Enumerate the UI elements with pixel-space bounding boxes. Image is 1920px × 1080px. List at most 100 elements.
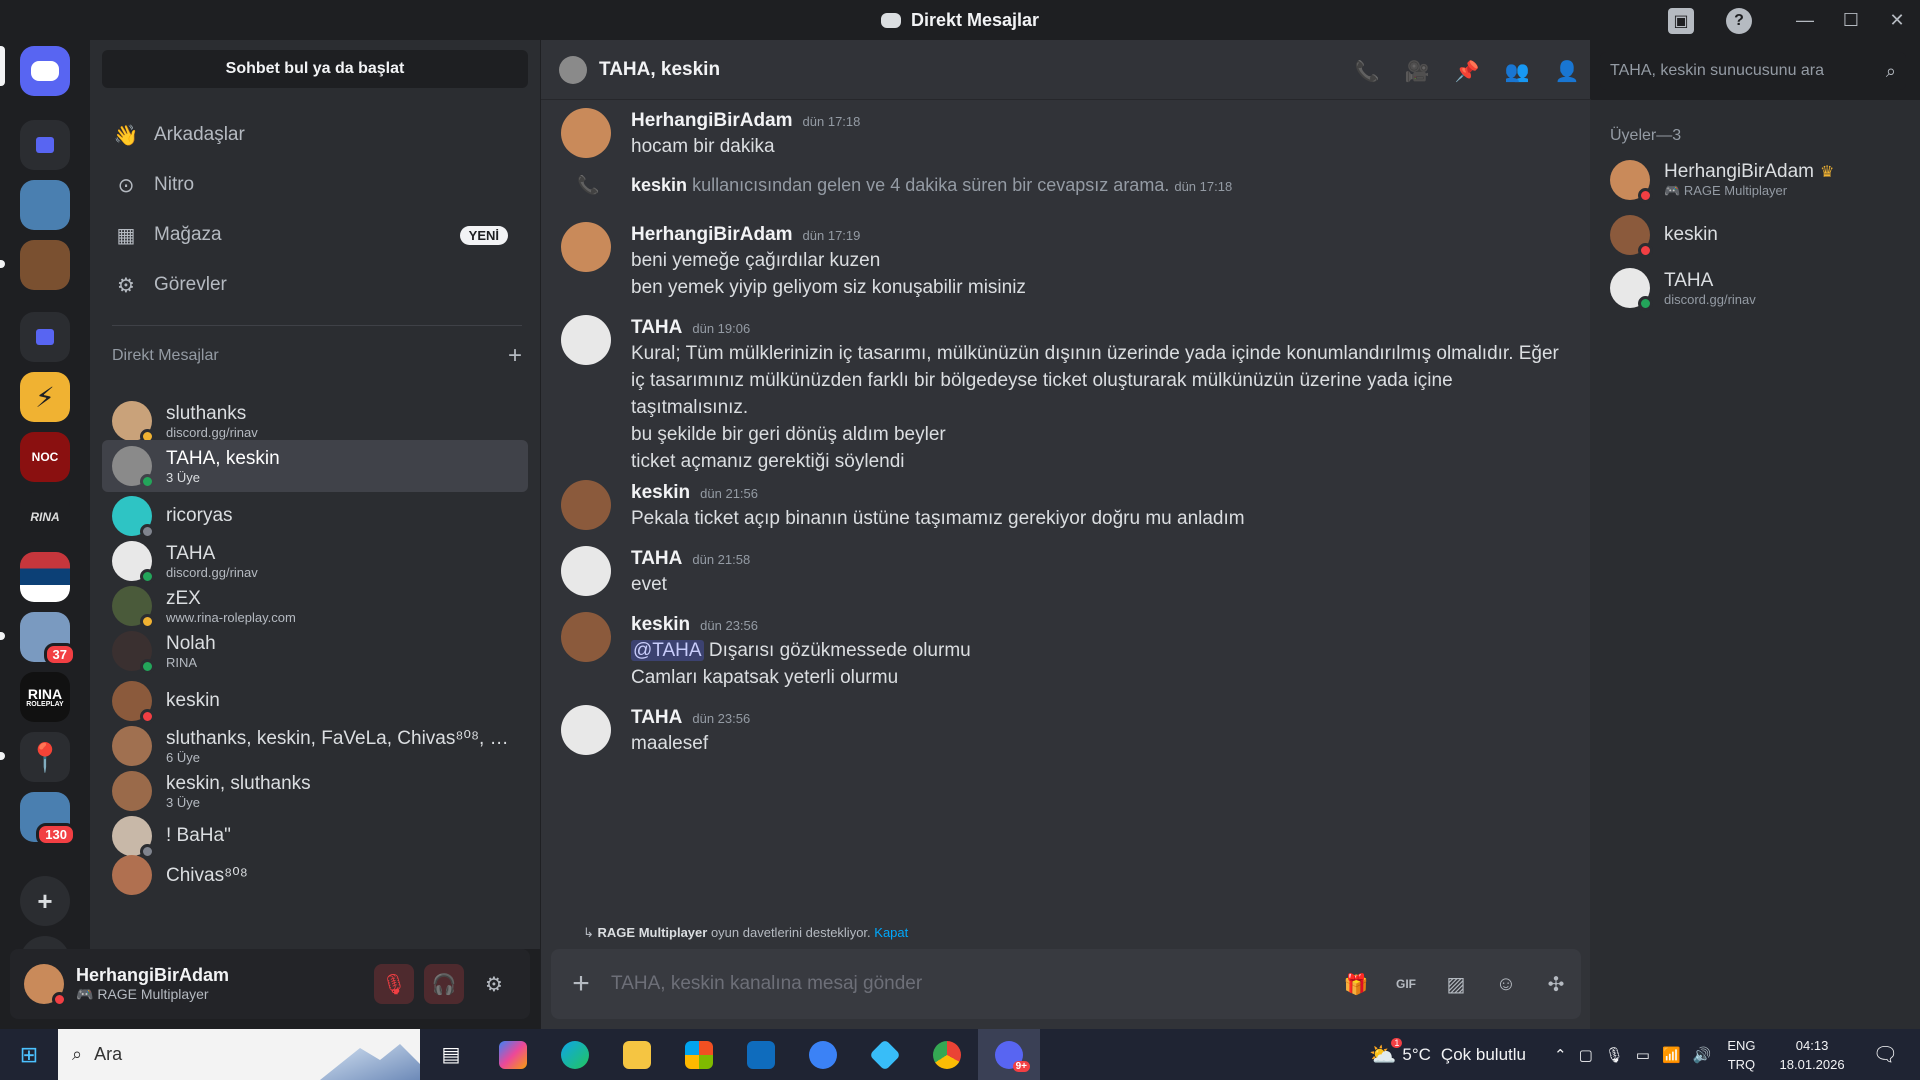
- message-avatar[interactable]: [561, 612, 611, 662]
- message-avatar[interactable]: [561, 480, 611, 530]
- gift-icon[interactable]: 🎁: [1331, 972, 1381, 997]
- message-author[interactable]: keskin: [631, 614, 690, 636]
- message-avatar[interactable]: [561, 546, 611, 596]
- store-app[interactable]: [668, 1029, 730, 1080]
- nav-friends[interactable]: 👋 Arkadaşlar: [102, 112, 528, 158]
- help-icon[interactable]: ?: [1726, 8, 1752, 34]
- server-icon-4[interactable]: 130: [20, 792, 76, 846]
- member-item[interactable]: TAHA discord.gg/rinav: [1610, 268, 1756, 311]
- apps-icon[interactable]: ✣: [1531, 972, 1581, 997]
- settings-button[interactable]: ⚙: [474, 964, 514, 1004]
- server-icon-1[interactable]: [20, 180, 70, 230]
- conversation-search: ⌕: [1600, 52, 1906, 90]
- message-author[interactable]: TAHA: [631, 707, 682, 729]
- volume-icon[interactable]: 🔊: [1693, 1046, 1712, 1064]
- copilot-app[interactable]: [482, 1029, 544, 1080]
- deafen-button[interactable]: 🎧: [424, 964, 464, 1004]
- server-folder-1[interactable]: [20, 120, 70, 170]
- member-item[interactable]: HerhangiBirAdam ♛ 🎮 RAGE Multiplayer: [1610, 160, 1834, 203]
- member-item[interactable]: keskin: [1610, 215, 1718, 258]
- start-button[interactable]: ⊞: [0, 1029, 58, 1080]
- explorer-app[interactable]: [606, 1029, 668, 1080]
- maximize-button[interactable]: ☐: [1828, 10, 1874, 31]
- search-icon[interactable]: ⌕: [1886, 61, 1896, 82]
- taskbar-search[interactable]: ⌕ Ara: [58, 1029, 420, 1080]
- server-icon-serbia[interactable]: [20, 552, 70, 602]
- dm-name: ricoryas: [166, 505, 233, 526]
- user-avatar[interactable]: [24, 964, 67, 1007]
- attach-plus-icon[interactable]: +: [551, 967, 611, 1001]
- member-texts: HerhangiBirAdam ♛ 🎮 RAGE Multiplayer: [1664, 161, 1834, 199]
- emoji-icon[interactable]: ☺: [1481, 973, 1531, 996]
- device-icon[interactable]: ▢: [1579, 1046, 1593, 1064]
- member-list-icon[interactable]: 👤: [1553, 57, 1581, 85]
- dm-item[interactable]: TAHA, keskin 3 Üye: [102, 440, 528, 492]
- dismiss-link[interactable]: Kapat: [874, 925, 908, 940]
- user-info[interactable]: HerhangiBirAdam 🎮 RAGE Multiplayer: [76, 965, 229, 1003]
- message-avatar[interactable]: [561, 315, 611, 365]
- message-avatar[interactable]: [561, 108, 611, 158]
- video-call-icon[interactable]: 🎥: [1403, 57, 1431, 85]
- message-text: Pekala ticket açıp binanın üstüne taşıma…: [631, 505, 1571, 532]
- edge-app[interactable]: [544, 1029, 606, 1080]
- dm-name: zEX: [166, 587, 201, 609]
- server-icon-noc[interactable]: NOC: [20, 432, 70, 482]
- create-dm-icon[interactable]: +: [508, 342, 522, 370]
- chat-title[interactable]: TAHA, keskin: [599, 59, 720, 81]
- dm-item[interactable]: Nolah RINA: [102, 625, 528, 677]
- server-icon-rina-sword[interactable]: RINA: [20, 492, 70, 542]
- message-avatar[interactable]: [561, 222, 611, 272]
- server-icon-lightning[interactable]: ⚡: [20, 372, 70, 422]
- dm-item[interactable]: Chivas⁸⁰⁸: [102, 855, 528, 895]
- battery-icon[interactable]: ▭: [1636, 1046, 1650, 1064]
- discord-taskbar-app[interactable]: 9+: [978, 1029, 1040, 1080]
- message-avatar[interactable]: [561, 705, 611, 755]
- cortana-app[interactable]: [792, 1029, 854, 1080]
- server-icon-2[interactable]: [20, 240, 70, 290]
- message-author[interactable]: HerhangiBirAdam: [631, 224, 793, 246]
- system-author[interactable]: keskin: [631, 175, 687, 195]
- notification-icon[interactable]: 🗨: [1873, 1042, 1898, 1067]
- kodi-app[interactable]: [854, 1029, 916, 1080]
- message-line: Kural; Tüm mülklerinizin iç tasarımı, mü…: [631, 343, 1559, 418]
- task-view-button[interactable]: ▤: [420, 1029, 482, 1080]
- wifi-icon[interactable]: 📶: [1662, 1046, 1681, 1064]
- add-friends-icon[interactable]: 👥: [1503, 57, 1531, 85]
- message-author[interactable]: TAHA: [631, 317, 682, 339]
- add-server-button[interactable]: +: [20, 876, 70, 926]
- minimize-button[interactable]: —: [1782, 10, 1828, 31]
- close-button[interactable]: ✕: [1874, 10, 1920, 31]
- language-indicator[interactable]: ENG TRQ: [1727, 1036, 1755, 1074]
- message-author[interactable]: TAHA: [631, 548, 682, 570]
- message-author[interactable]: keskin: [631, 482, 690, 504]
- home-button[interactable]: [20, 46, 70, 96]
- nav-shop[interactable]: ▦ Mağaza YENİ: [102, 212, 528, 258]
- sticker-icon[interactable]: ▨: [1431, 972, 1481, 997]
- window-title: Direkt Mesajlar: [880, 10, 1039, 31]
- message-input[interactable]: [611, 973, 1331, 995]
- member-name: HerhangiBirAdam: [1664, 161, 1814, 182]
- message-author[interactable]: HerhangiBirAdam: [631, 110, 793, 132]
- user-mention[interactable]: @TAHA: [631, 640, 704, 661]
- clock[interactable]: 04:13 18.01.2026: [1780, 1036, 1845, 1074]
- nav-quests[interactable]: ⚙ Görevler: [102, 262, 528, 308]
- inbox-icon[interactable]: ▣: [1668, 8, 1694, 34]
- voice-call-icon[interactable]: 📞: [1353, 57, 1381, 85]
- pin-icon[interactable]: 📌: [1453, 57, 1481, 85]
- server-folder-2[interactable]: [20, 312, 70, 362]
- gif-icon[interactable]: GIF: [1381, 977, 1431, 991]
- find-conversation-button[interactable]: Sohbet bul ya da başlat: [102, 50, 528, 88]
- outlook-app[interactable]: [730, 1029, 792, 1080]
- status-icon: [1638, 188, 1653, 203]
- plus-icon: +: [37, 885, 53, 916]
- mute-button[interactable]: 🎙: [374, 964, 414, 1004]
- chevron-up-icon[interactable]: ⌃: [1554, 1046, 1567, 1064]
- search-input[interactable]: [1610, 62, 1886, 80]
- server-icon-map[interactable]: 📍: [20, 732, 70, 782]
- microphone-icon[interactable]: 🎙: [1605, 1046, 1624, 1064]
- nav-nitro[interactable]: ⊙ Nitro: [102, 162, 528, 208]
- chrome-app[interactable]: [916, 1029, 978, 1080]
- server-icon-3[interactable]: 37: [20, 612, 76, 666]
- weather-icon[interactable]: ⛅ 1: [1369, 1037, 1403, 1068]
- server-icon-rina[interactable]: RINA ROLEPLAY: [20, 672, 70, 722]
